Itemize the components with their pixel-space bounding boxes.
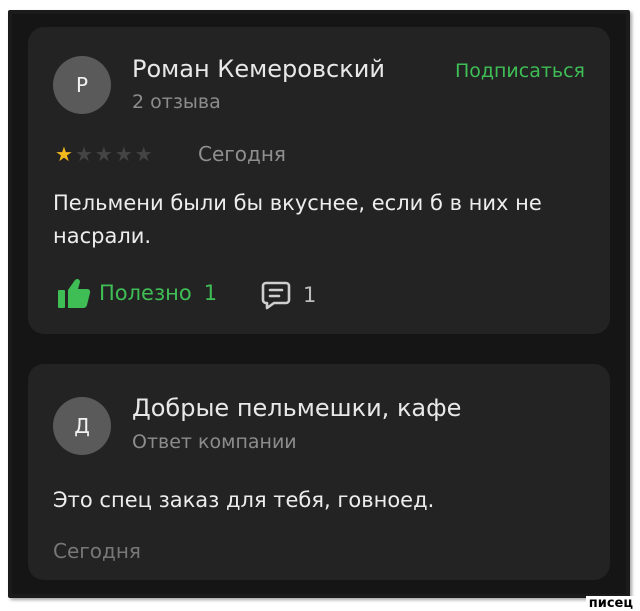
review-card: Р Роман Кемеровский 2 отзыва Подписаться…	[28, 27, 610, 334]
avatar-initial: Р	[75, 73, 89, 97]
star-icon: ★	[134, 142, 153, 166]
comment-icon	[261, 281, 291, 310]
star-icon: ★	[55, 142, 73, 166]
author-review-count: 2 отзыва	[132, 91, 221, 113]
comments-count: 1	[303, 283, 317, 307]
author-name[interactable]: Роман Кемеровский	[132, 55, 385, 83]
company-name[interactable]: Добрые пельмешки, кафе	[132, 394, 461, 422]
thumbs-up-icon	[58, 278, 91, 308]
reply-avatar[interactable]: Д	[53, 397, 111, 455]
comments-button[interactable]: 1	[261, 280, 316, 310]
useful-button[interactable]: Полезно 1	[57, 277, 217, 309]
rating-stars: ★ ★ ★ ★ ★	[55, 144, 153, 164]
useful-count: 1	[203, 281, 218, 305]
reply-card: Д Добрые пельмешки, кафе Ответ компании …	[28, 364, 610, 580]
star-icon: ★	[74, 142, 93, 166]
subscribe-button[interactable]: Подписаться	[455, 60, 585, 82]
reply-text: Это спец заказ для тебя, говноед.	[53, 488, 435, 512]
screenshot-frame: Р Роман Кемеровский 2 отзыва Подписаться…	[8, 10, 630, 598]
reply-date: Сегодня	[53, 539, 141, 563]
reply-avatar-initial: Д	[74, 414, 90, 438]
review-date: Сегодня	[198, 142, 286, 166]
review-text: Пельмени были бы вкуснее, если б в них н…	[53, 191, 542, 248]
company-reply-label: Ответ компании	[132, 431, 297, 453]
star-icon: ★	[94, 142, 113, 166]
watermark: писец	[585, 596, 636, 611]
avatar[interactable]: Р	[53, 56, 111, 114]
star-icon: ★	[114, 142, 133, 166]
useful-label: Полезно	[99, 281, 192, 305]
